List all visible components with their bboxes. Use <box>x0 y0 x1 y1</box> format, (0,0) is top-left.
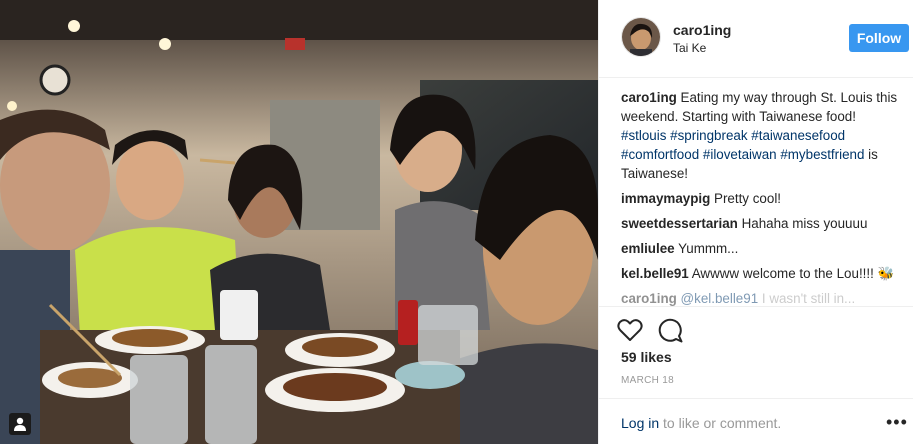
post-date: MARCH 18 <box>621 375 674 386</box>
comment-button[interactable] <box>656 316 684 344</box>
hashtag-link[interactable]: #mybestfriend <box>780 147 864 162</box>
follow-button[interactable]: Follow <box>849 24 909 52</box>
hashtag-link[interactable]: #ilovetaiwan <box>703 147 777 162</box>
comment-username[interactable]: immaymaypig <box>621 191 710 206</box>
speech-bubble-icon <box>658 318 682 342</box>
comment-username[interactable]: emliulee <box>621 241 675 256</box>
actions-divider <box>599 306 913 308</box>
hashtag-link[interactable]: @kel.belle91 <box>677 291 759 306</box>
likes-count[interactable]: 59 likes <box>621 349 672 365</box>
post-location[interactable]: Tai Ke <box>673 41 706 55</box>
post-side-panel: caro1ing Tai Ke Follow caro1ing Eating m… <box>598 0 913 444</box>
comment-text: Pretty cool! <box>710 191 782 206</box>
comment: sweetdessertarian Hahaha miss youuuu <box>621 214 901 233</box>
comment-text: Hahaha miss youuuu <box>737 216 868 231</box>
hashtag-link[interactable]: #comfortfood <box>621 147 699 162</box>
comments-list: caro1ing Eating my way through St. Louis… <box>621 88 901 306</box>
heart-icon <box>617 319 643 341</box>
post-footer: Log in to like or comment. ••• <box>599 398 913 444</box>
comment: immaymaypig Pretty cool! <box>621 189 901 208</box>
comment: kel.belle91 Awwww welcome to the Lou!!!!… <box>621 264 901 283</box>
comment-username[interactable]: sweetdessertarian <box>621 216 738 231</box>
comment-username[interactable]: caro1ing <box>621 291 677 306</box>
hashtag-link[interactable]: #stlouis <box>621 128 666 143</box>
comment-text: Yummm... <box>674 241 739 256</box>
person-icon <box>14 417 26 431</box>
login-prompt: Log in to like or comment. <box>621 415 781 431</box>
avatar[interactable] <box>621 17 661 57</box>
photo-image <box>0 0 598 444</box>
tagged-users-button[interactable] <box>9 413 31 435</box>
comment: emliulee Yummm... <box>621 239 901 258</box>
hashtag-link[interactable]: #springbreak <box>670 128 747 143</box>
comment: caro1ing Eating my way through St. Louis… <box>621 88 901 183</box>
comment-text: I wasn't still in... <box>758 291 856 306</box>
comment-username[interactable]: caro1ing <box>621 90 677 105</box>
hashtag-link[interactable]: #taiwanesefood <box>751 128 845 143</box>
login-prompt-text: to like or comment. <box>659 415 782 431</box>
like-button[interactable] <box>616 316 644 344</box>
more-options-icon[interactable]: ••• <box>886 412 908 433</box>
comment: caro1ing @kel.belle91 I wasn't still in.… <box>621 289 901 306</box>
avatar-image <box>622 18 660 56</box>
comment-username[interactable]: kel.belle91 <box>621 266 689 281</box>
post-header: caro1ing Tai Ke Follow <box>599 0 913 78</box>
instagram-post: caro1ing Tai Ke Follow caro1ing Eating m… <box>0 0 913 444</box>
post-photo[interactable] <box>0 0 598 444</box>
comment-text: Awwww welcome to the Lou!!!! 🐝 <box>688 266 895 281</box>
post-username[interactable]: caro1ing <box>673 22 731 38</box>
login-link[interactable]: Log in <box>621 415 659 431</box>
